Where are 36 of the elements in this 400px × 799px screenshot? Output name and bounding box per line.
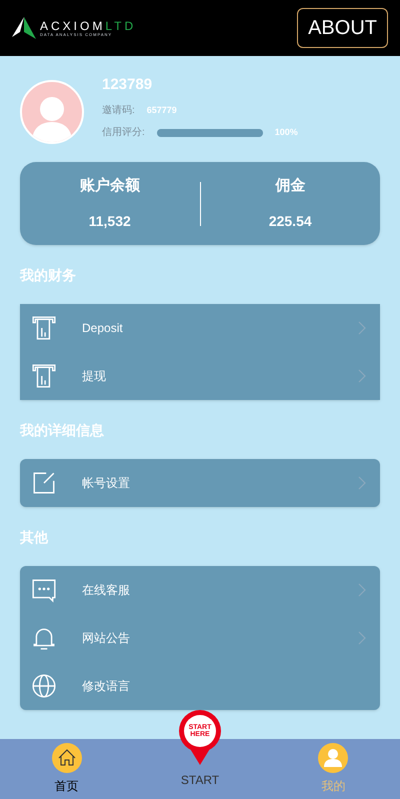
balance-value: 225.54 [268,212,312,232]
home-icon [52,743,82,773]
menu-item[interactable]: Deposit [20,304,380,352]
edit-icon [31,470,57,496]
balance-label: 佣金 [275,176,306,196]
section-title: 其他 [19,528,50,547]
balance-value: 11,532 [88,212,131,232]
atm-card-icon [31,315,57,341]
menu-item[interactable]: 在线客服 [20,566,380,614]
credit-label: 信用评分: [102,126,145,140]
chevron-icon [358,631,366,645]
menu-item[interactable]: 修改语言 [20,662,380,710]
atm-card-icon [31,363,57,389]
section-title: 我的详细信息 [18,421,105,440]
username: 123789 [102,74,154,95]
pin-point [188,747,211,765]
credit-reading: 100% [274,126,298,139]
globe-icon [31,673,57,699]
menu-item[interactable]: 网站公告 [20,614,380,662]
chat-icon [31,577,57,603]
chevron-icon [358,476,366,490]
menu-item[interactable]: 提现 [20,352,380,400]
logo-name: ACXIOM LTD [40,20,136,32]
chevron-icon [358,321,366,335]
logo-icon [12,17,36,39]
nav-tab[interactable]: 首页 [0,739,134,799]
balance-label: 账户余额 [80,176,140,196]
chevron-icon [358,369,366,383]
user-icon [318,743,348,773]
menu-item[interactable]: 帐号设置 [20,459,380,507]
invite-label: 邀请码: [102,104,135,118]
chevron-icon [358,583,366,597]
invite-code: 657779 [146,104,177,117]
section-title: 我的财务 [18,266,77,285]
nav-tab[interactable]: 我的 [266,739,400,799]
about-button[interactable]: ABOUT [297,8,388,48]
